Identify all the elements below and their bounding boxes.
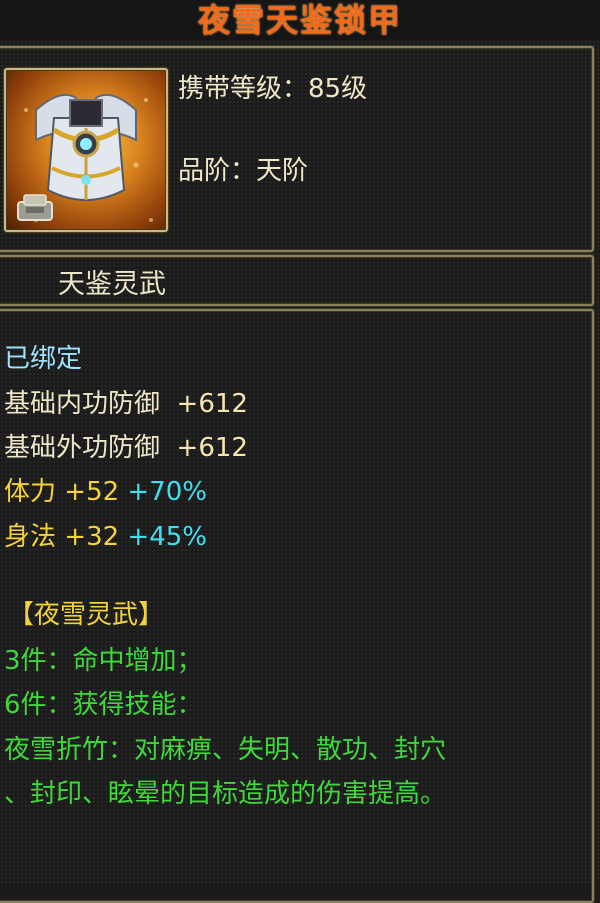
set-bonus-line: 、封印、眩晕的目标造成的伤害提高。 [4, 779, 447, 809]
carry-level-label: 携带等级： [178, 74, 309, 104]
grade-row: 品阶：天阶 [178, 150, 308, 187]
stat-name: 体力 [4, 477, 57, 507]
stat-value: +32 [64, 522, 120, 552]
stat-value: +52 [64, 477, 120, 507]
stat-row-inner-defense: 基础内功防御 +612 [4, 383, 248, 420]
set-bonus-line: 3件：命中增加； [4, 646, 203, 676]
grade-value: 天阶 [256, 156, 309, 186]
set-bonus-line: 夜雪折竹：对麻痹、失明、散功、封穴 [4, 735, 447, 765]
title-bar: 夜雪天鉴锁甲 [0, 0, 600, 40]
stat-row-agility: 身法 +32 +45% [4, 516, 207, 553]
stat-row-outer-defense: 基础外功防御 +612 [4, 427, 248, 464]
stat-name: 基础外功防御 [4, 433, 161, 463]
item-title: 夜雪天鉴锁甲 [197, 1, 402, 39]
bound-status: 已绑定 [4, 344, 83, 374]
stat-bonus: +70% [127, 477, 207, 507]
stat-name: 身法 [4, 522, 57, 552]
stat-row-stamina: 体力 +52 +70% [4, 471, 207, 508]
set-name: 天鉴灵武 [58, 269, 166, 300]
bind-pedestal-icon [17, 194, 53, 221]
set-bonus-line: 6件：获得技能： [4, 690, 203, 720]
stat-value: +612 [176, 433, 248, 463]
stat-bonus: +45% [127, 522, 207, 552]
stat-name: 基础内功防御 [4, 389, 161, 419]
stat-value: +612 [176, 389, 248, 419]
item-icon-slot[interactable] [4, 68, 168, 232]
grade-label: 品阶： [178, 156, 257, 186]
carry-level-row: 携带等级：85级 [178, 68, 367, 105]
set-bonus-name: 【夜雪灵武】 [8, 600, 165, 630]
carry-level-value: 85级 [308, 74, 368, 104]
